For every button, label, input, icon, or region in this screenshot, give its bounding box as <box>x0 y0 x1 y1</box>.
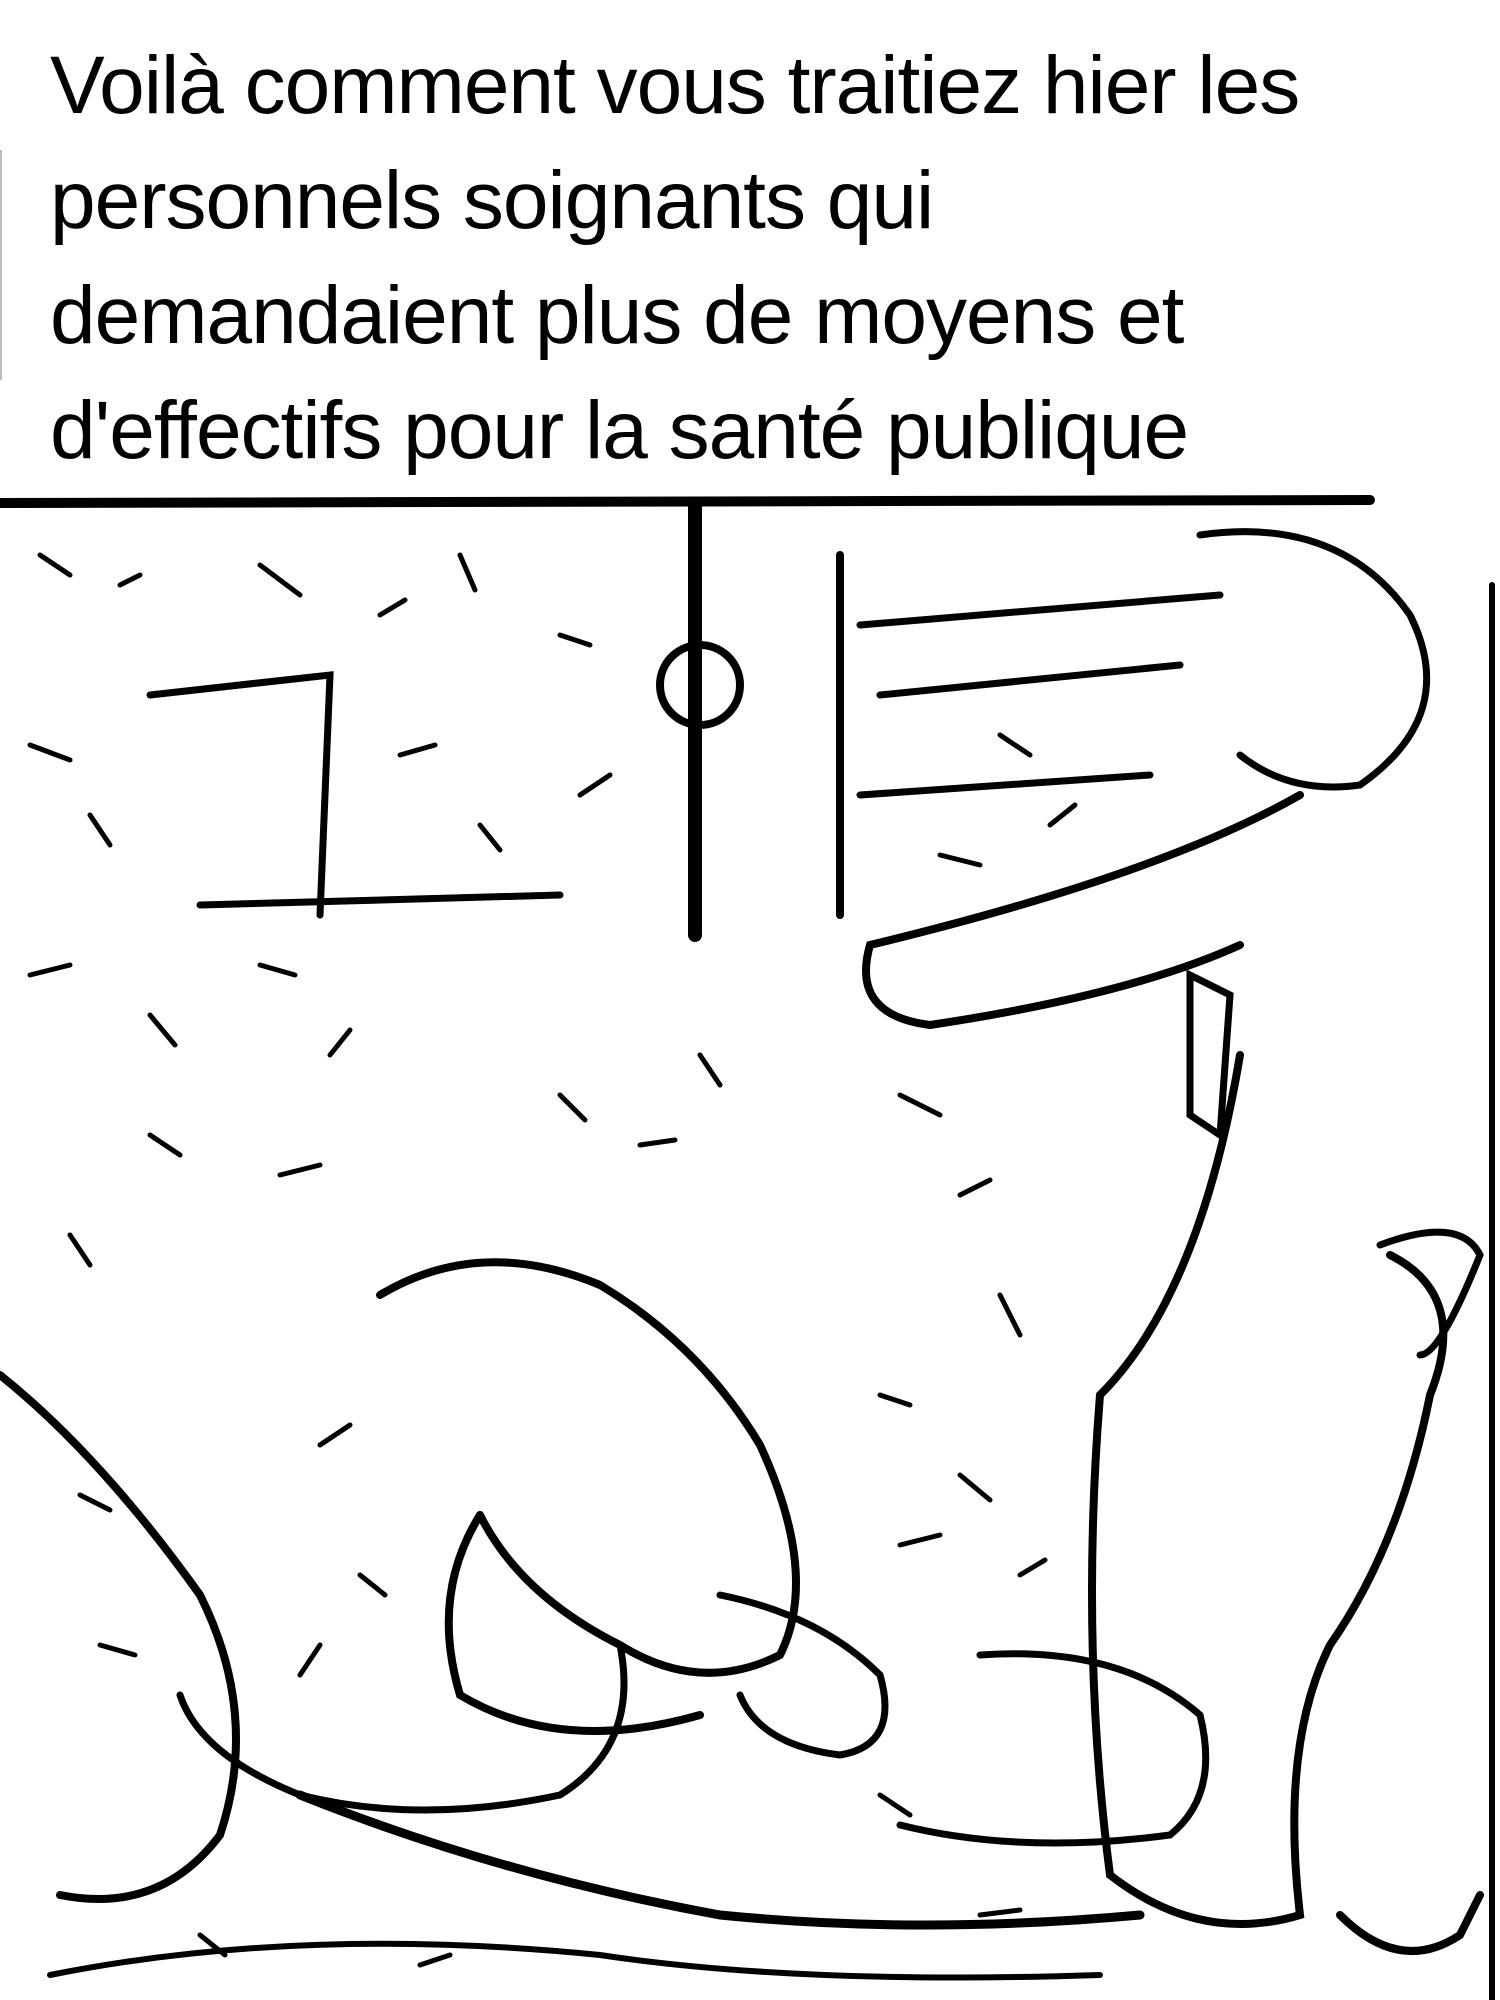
caption-line: personnels soignants qui <box>50 155 934 246</box>
caption-line: d'effectifs pour la santé publique <box>50 385 1189 476</box>
edge-rule <box>0 150 2 380</box>
protest-photo <box>0 495 1500 2000</box>
caption-line: demandaient plus de moyens et <box>50 270 1184 361</box>
photo-top-border <box>0 495 1375 508</box>
caption-line: Voilà comment vous traitiez hier les <box>50 40 1300 131</box>
meme-caption: Voilà comment vous traitiez hier les per… <box>50 28 1480 488</box>
